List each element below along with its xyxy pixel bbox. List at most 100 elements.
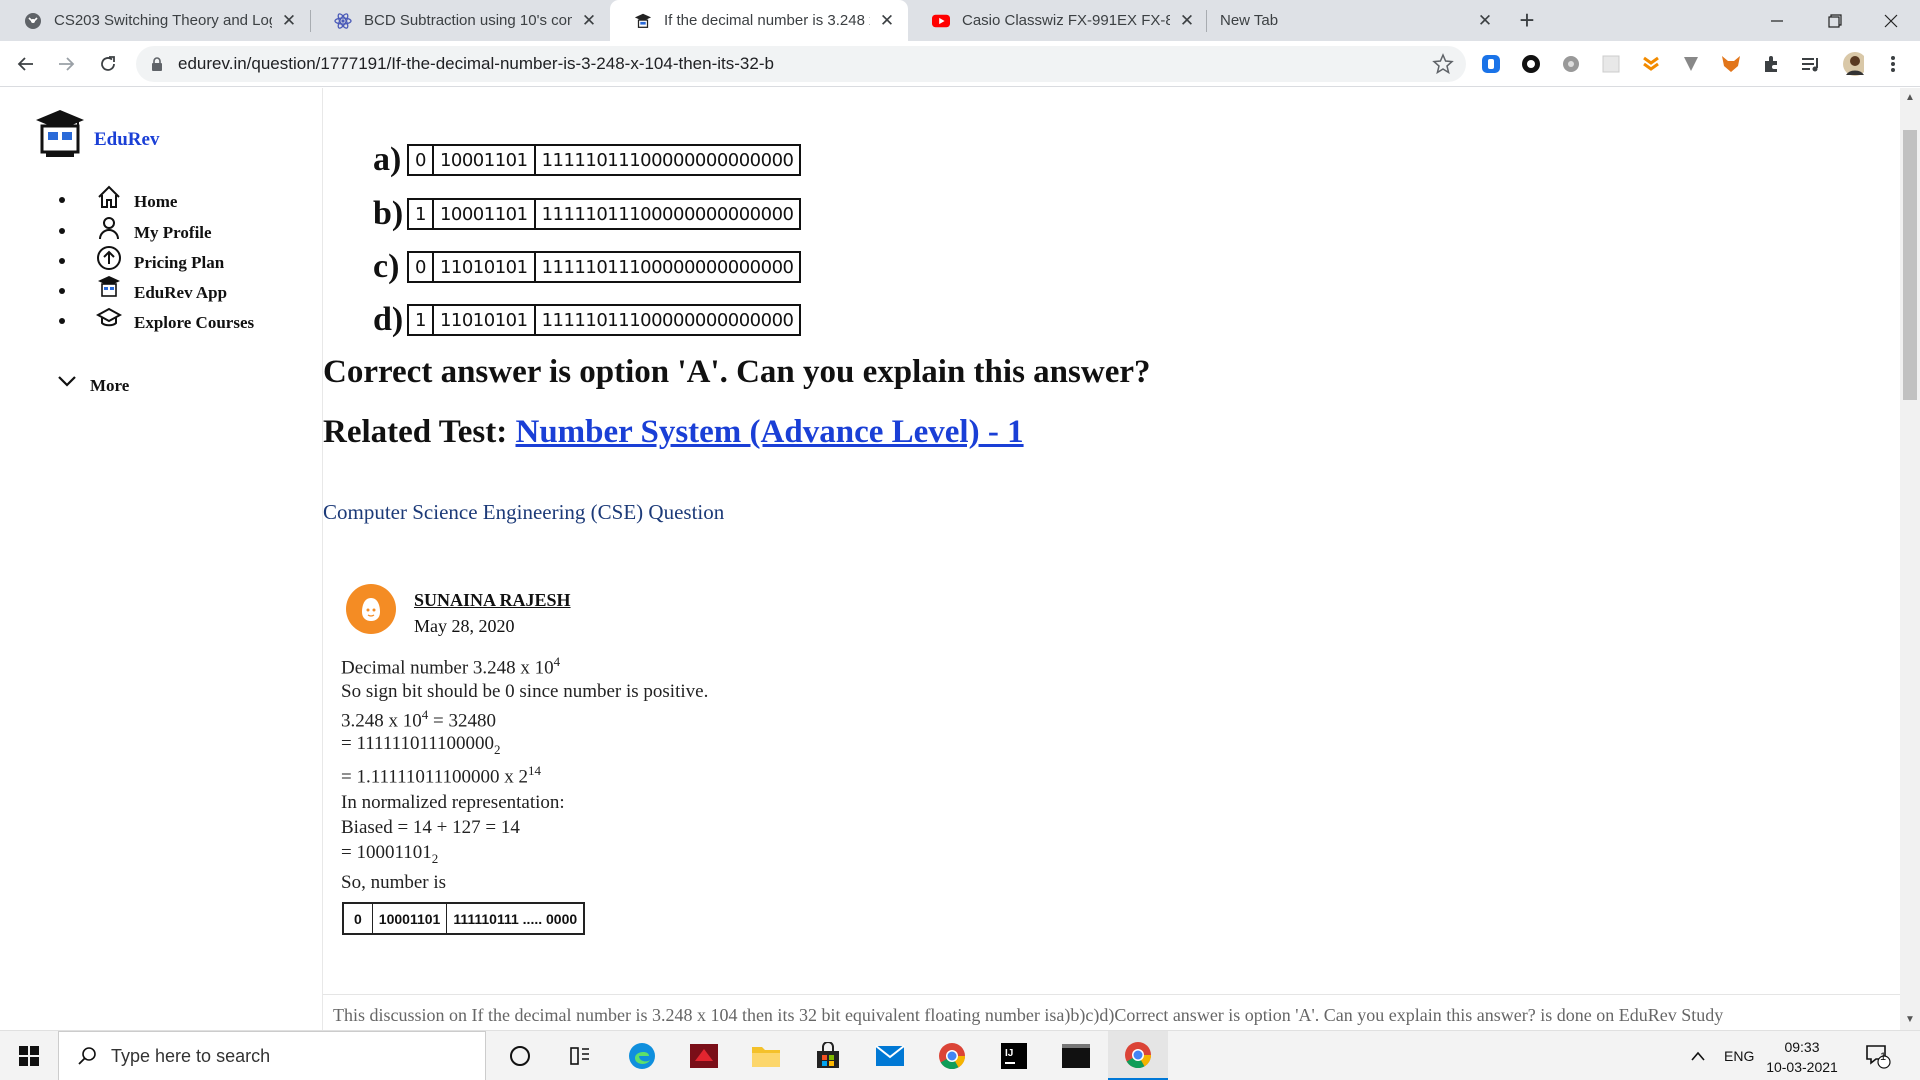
restore-icon [1828, 13, 1842, 28]
system-clock[interactable]: 09:33 10-03-2021 [1762, 1037, 1842, 1077]
more-toggle[interactable]: More [56, 366, 129, 396]
extension-v-icon[interactable] [1680, 53, 1702, 75]
edurev-logo-icon [36, 110, 84, 157]
extension-orange-chevron-icon[interactable] [1640, 53, 1662, 75]
tab-new-tab[interactable]: New Tab ✕ [1206, 0, 1506, 41]
option-letter: d) [373, 301, 404, 338]
extension-grey-icon[interactable] [1600, 53, 1622, 75]
extension-fox-icon[interactable] [1720, 53, 1742, 75]
bookmark-star-icon[interactable] [1432, 53, 1454, 80]
brand[interactable]: EduRev [32, 108, 159, 160]
mail-icon[interactable] [860, 1031, 920, 1080]
url-text[interactable]: edurev.in/question/1777191/If-the-decima… [178, 46, 774, 82]
related-test-link[interactable]: Number System (Advance Level) - 1 [516, 414, 1024, 450]
tab-title: BCD Subtraction using 10's comp [364, 12, 572, 29]
sign-bit: 0 [344, 904, 373, 933]
page-scrollbar[interactable]: ▲ ▼ [1900, 88, 1920, 1030]
scroll-up-arrow-icon[interactable]: ▲ [1900, 88, 1920, 108]
edurev-cap-icon [634, 12, 652, 30]
solution-line: So sign bit should be 0 since number is … [341, 681, 709, 702]
superscript: 14 [528, 763, 541, 778]
author-avatar[interactable] [346, 584, 396, 634]
extension-blue-icon[interactable] [1480, 53, 1502, 75]
chrome-menu-icon[interactable] [1882, 53, 1904, 75]
sidebar-item-label: EduRev App [134, 283, 228, 302]
solution-line: In normalized representation: [341, 792, 565, 813]
notification-icon [1866, 1045, 1891, 1069]
mantissa-bits: 11111011100000000000000 [541, 309, 794, 331]
edge-browser-icon[interactable] [612, 1031, 672, 1080]
sign-bit: 1 [409, 200, 434, 228]
float-representation-box: 0 10001101 11111011100000000000000 [407, 144, 802, 176]
tab-bcd[interactable]: BCD Subtraction using 10's comp ✕ [310, 0, 610, 41]
terminal-icon[interactable] [1046, 1031, 1106, 1080]
list-bullet [59, 318, 65, 324]
tab-casio[interactable]: Casio Classwiz FX-991EX FX-87D ✕ [908, 0, 1208, 41]
close-icon[interactable]: ✕ [878, 11, 896, 30]
sidebar-item-label: Pricing Plan [134, 253, 225, 272]
close-icon[interactable]: ✕ [580, 11, 598, 30]
globe-icon [24, 12, 42, 30]
scroll-down-arrow-icon[interactable]: ▼ [1900, 1010, 1920, 1030]
question-category-link[interactable]: Computer Science Engineering (CSE) Quest… [323, 500, 724, 525]
list-bullet [59, 288, 65, 294]
extension-gear-icon[interactable] [1560, 53, 1582, 75]
float-representation-box: 0 11010101 11111011100000000000000 [407, 251, 802, 283]
solution-text: 3.248 x 10 [341, 710, 422, 732]
chrome-active-icon[interactable] [1108, 1031, 1168, 1080]
exponent-bits: 10001101 [373, 904, 448, 933]
solution-line: Biased = 14 + 127 = 14 [341, 817, 520, 838]
list-bullet [59, 228, 65, 234]
start-button[interactable] [0, 1031, 58, 1080]
sidebar: EduRev Home My Profile Pricing Plan EduR… [0, 88, 323, 1030]
tab-title: Casio Classwiz FX-991EX FX-87D [962, 12, 1170, 29]
restore-button[interactable] [1806, 0, 1864, 41]
brand-name[interactable]: EduRev [94, 129, 159, 151]
new-tab-button[interactable]: + [1512, 6, 1542, 36]
scrollbar-thumb[interactable] [1903, 130, 1917, 400]
close-icon[interactable]: ✕ [280, 11, 298, 30]
media-queue-icon[interactable] [1800, 53, 1822, 75]
close-icon[interactable]: ✕ [1476, 11, 1494, 30]
minimize-button[interactable] [1748, 0, 1806, 41]
app-red-icon[interactable] [674, 1031, 734, 1080]
author-name[interactable]: SUNAINA RAJESH [414, 590, 571, 611]
back-button[interactable] [10, 48, 42, 80]
notification-center-button[interactable]: 1 [1864, 1031, 1892, 1080]
store-icon[interactable] [798, 1031, 858, 1080]
tray-overflow-chevron-icon[interactable] [1690, 1031, 1706, 1080]
window-close-button[interactable] [1862, 0, 1920, 41]
chrome-icon[interactable] [922, 1031, 982, 1080]
correct-answer-heading: Correct answer is option 'A'. Can you ex… [323, 354, 1151, 390]
cortana-icon[interactable] [490, 1031, 550, 1080]
atom-icon [334, 12, 352, 30]
close-icon [1884, 14, 1898, 27]
solution-line: = 1.11111011100000 x 214 [341, 763, 541, 788]
reload-button[interactable] [92, 48, 124, 80]
related-test-prefix: Related Test: [323, 414, 516, 450]
option-c: c) 0 11010101 11111011100000000000000 [373, 245, 802, 289]
graduation-cap-icon [96, 307, 122, 327]
input-language[interactable]: ENG [1724, 1031, 1754, 1080]
extensions-puzzle-icon[interactable] [1760, 53, 1782, 75]
file-explorer-icon[interactable] [736, 1031, 796, 1080]
address-bar[interactable]: edurev.in/question/1777191/If-the-decima… [136, 46, 1466, 82]
tab-title: New Tab [1220, 12, 1279, 29]
float-representation-box: 1 11010101 11111011100000000000000 [407, 304, 802, 336]
exponent-bits: 10001101 [434, 146, 536, 174]
taskbar-search-box[interactable]: Type here to search [58, 1031, 486, 1080]
intellij-icon[interactable]: IJ [984, 1031, 1044, 1080]
close-icon[interactable]: ✕ [1178, 11, 1196, 30]
windows-logo-icon [19, 1046, 39, 1066]
tab-cs203[interactable]: CS203 Switching Theory and Log ✕ [0, 0, 310, 41]
lock-icon [150, 56, 164, 77]
upload-circle-icon [97, 246, 121, 270]
forward-button[interactable] [50, 48, 82, 80]
profile-avatar[interactable] [1842, 52, 1864, 76]
tab-title: CS203 Switching Theory and Log [54, 12, 272, 29]
extension-record-icon[interactable] [1520, 53, 1542, 75]
list-bullet [59, 197, 65, 203]
task-view-icon[interactable] [550, 1031, 610, 1080]
tab-current-question[interactable]: If the decimal number is 3.248 x ✕ [610, 0, 908, 41]
solution-line: 3.248 x 104 = 32480 [341, 707, 496, 732]
